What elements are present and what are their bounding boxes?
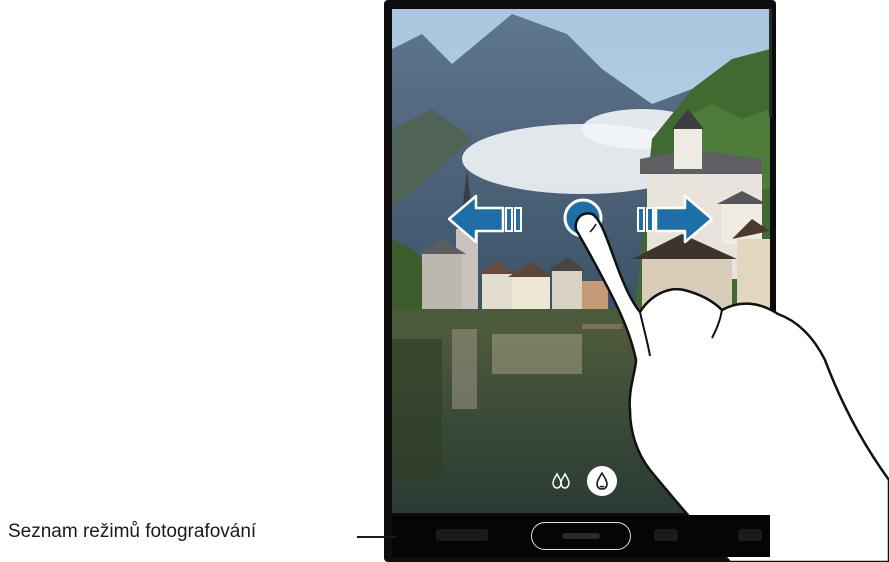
scroll-indicator xyxy=(769,9,772,117)
drops-outline-icon[interactable] xyxy=(546,466,576,496)
drop-filled-icon[interactable] xyxy=(587,466,617,496)
mode-item[interactable] xyxy=(654,529,678,541)
caption-leader-line xyxy=(357,536,397,538)
mode-item[interactable] xyxy=(436,529,488,541)
mode-item-label xyxy=(562,533,600,539)
shooting-mode-list[interactable] xyxy=(392,515,770,557)
mode-item[interactable] xyxy=(738,529,762,541)
illustration: Seznam režimů fotografování xyxy=(0,0,889,562)
camera-viewfinder[interactable] xyxy=(392,9,770,513)
mode-item-selected[interactable] xyxy=(531,522,631,550)
mode-list-caption: Seznam režimů fotografování xyxy=(8,521,257,542)
landscape-scene xyxy=(392,9,770,513)
